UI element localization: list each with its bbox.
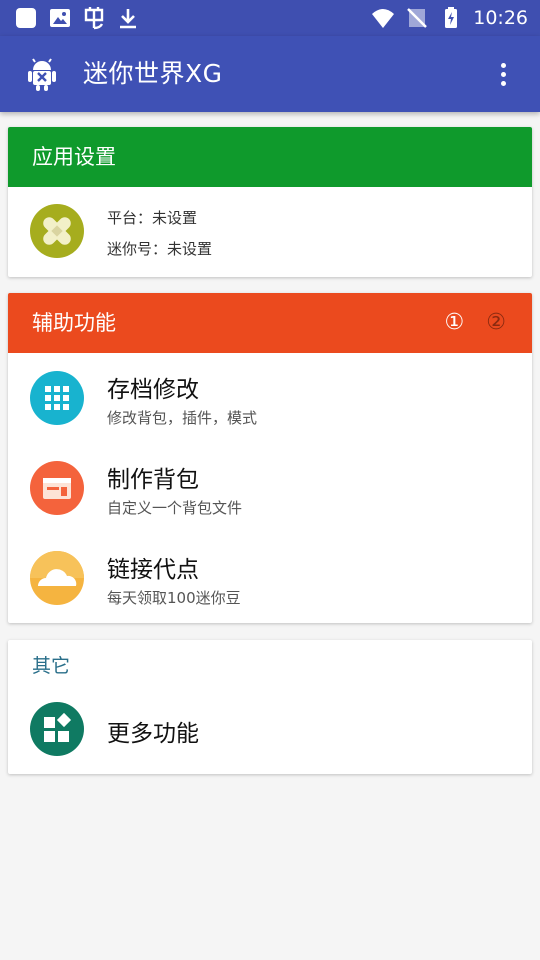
step-1[interactable]: ① xyxy=(445,293,465,353)
battery-charging-icon xyxy=(445,7,458,28)
list-item-more-features[interactable]: 更多功能 xyxy=(8,684,532,774)
list-item-title: 更多功能 xyxy=(107,721,199,747)
window-icon xyxy=(30,461,84,515)
more-vert-icon[interactable] xyxy=(488,54,518,94)
list-item-link-click[interactable]: 链接代点 每天领取100迷你豆 xyxy=(8,533,532,623)
status-bar-left xyxy=(14,5,140,31)
step-2[interactable]: ② xyxy=(486,293,506,353)
wifi-icon xyxy=(372,9,395,28)
list-item-save-edit[interactable]: 存档修改 修改背包，插件，模式 xyxy=(8,353,532,443)
app-square-icon xyxy=(16,8,36,28)
settings-card-header: 应用设置 xyxy=(8,127,532,187)
bandage-icon[interactable] xyxy=(30,204,84,258)
download-icon xyxy=(120,9,136,29)
status-bar: 10:26 xyxy=(0,0,540,36)
assist-card: 辅助功能 ① ② 存档修改 修改背包，插件，模式 制作背包 自定义一个背包文件 … xyxy=(8,293,532,623)
assist-card-title: 辅助功能 xyxy=(32,311,116,335)
assist-card-header: 辅助功能 ① ② xyxy=(8,293,532,353)
list-item-subtitle: 自定义一个背包文件 xyxy=(107,499,243,517)
no-signal-icon xyxy=(407,8,428,28)
list-item-title: 存档修改 xyxy=(107,377,199,403)
status-bar-time: 10:26 xyxy=(473,7,528,29)
platform-label: 平台：未设置 xyxy=(107,209,198,227)
android-robot-icon xyxy=(28,58,56,91)
other-card: 其它 更多功能 xyxy=(8,640,532,774)
list-item-title: 链接代点 xyxy=(107,557,199,583)
grid-apps-icon xyxy=(30,371,84,425)
image-icon xyxy=(50,9,70,27)
list-item-subtitle: 修改背包，插件，模式 xyxy=(107,409,258,427)
bug-icon xyxy=(84,7,104,30)
step-indicators: ① ② xyxy=(445,293,506,353)
status-bar-right: 10:26 xyxy=(371,5,528,31)
app-title: 迷你世界XG xyxy=(83,59,223,88)
list-item-title: 制作背包 xyxy=(107,467,199,493)
app-bar: 迷你世界XG xyxy=(0,36,540,112)
mini-id-label: 迷你号：未设置 xyxy=(107,240,213,258)
other-section-label: 其它 xyxy=(32,655,71,677)
list-item-make-backpack[interactable]: 制作背包 自定义一个背包文件 xyxy=(8,443,532,533)
list-item-subtitle: 每天领取100迷你豆 xyxy=(107,589,241,607)
cloud-icon xyxy=(30,551,84,605)
widgets-icon xyxy=(30,702,84,756)
settings-card: 应用设置 平台：未设置 迷你号：未设置 xyxy=(8,127,532,277)
